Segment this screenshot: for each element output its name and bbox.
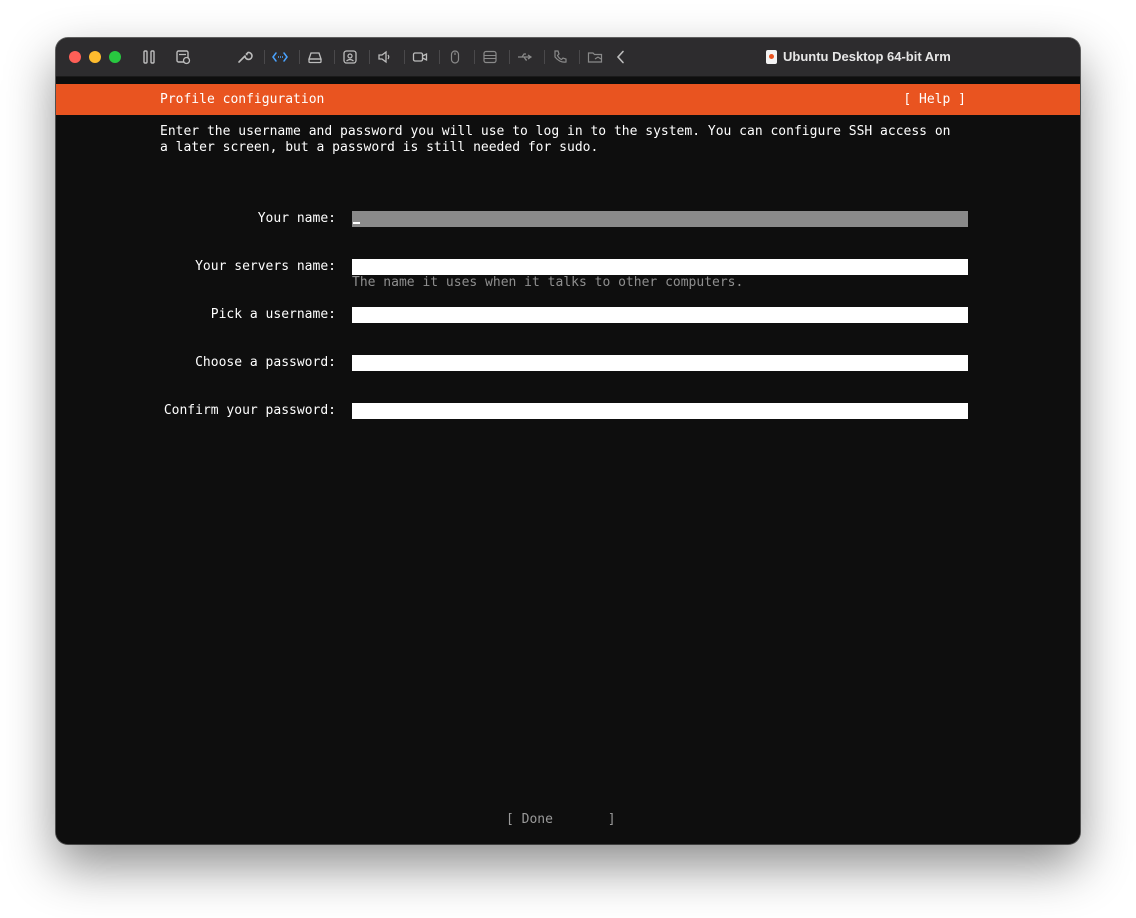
speaker-icon[interactable] [376, 48, 394, 66]
hard-disk-icon[interactable] [481, 48, 499, 66]
password-input[interactable] [352, 355, 968, 371]
your-name-label: Your name: [257, 211, 336, 226]
vm-document-icon [766, 50, 777, 64]
code-icon[interactable] [271, 48, 289, 66]
window-title: Ubuntu Desktop 64-bit Arm [783, 49, 951, 64]
confirm-password-input[interactable] [352, 403, 968, 419]
minimize-button[interactable] [89, 51, 101, 63]
phone-icon[interactable] [551, 48, 569, 66]
your-name-input[interactable] [352, 211, 968, 227]
confirm-password-label: Confirm your password: [163, 403, 336, 418]
server-name-label: Your servers name: [195, 259, 336, 274]
text-cursor [353, 222, 360, 224]
vm-window: Ubuntu Desktop 64-bit Arm Profile config… [56, 38, 1080, 844]
usb-icon[interactable] [516, 48, 534, 66]
camera-user-icon[interactable] [341, 48, 359, 66]
pause-icon[interactable] [140, 48, 158, 66]
server-name-input[interactable] [352, 259, 968, 275]
installer-header: Profile configuration [ Help ] [56, 84, 1080, 115]
wrench-icon[interactable] [235, 48, 253, 66]
drive-icon[interactable] [306, 48, 324, 66]
shared-folder-icon[interactable] [586, 48, 604, 66]
help-button[interactable]: [ Help ] [903, 84, 966, 115]
page-title: Profile configuration [160, 92, 325, 107]
window-titlebar: Ubuntu Desktop 64-bit Arm [56, 38, 1080, 77]
close-button[interactable] [69, 51, 81, 63]
username-input[interactable] [352, 307, 968, 323]
mouse-icon[interactable] [446, 48, 464, 66]
zoom-button[interactable] [109, 51, 121, 63]
installer-screen: Profile configuration [ Help ] Enter the… [56, 77, 1080, 844]
video-camera-icon[interactable] [411, 48, 429, 66]
done-button[interactable]: [ Done ] [506, 812, 616, 828]
username-label: Pick a username: [210, 307, 336, 322]
intro-text: Enter the username and password you will… [160, 124, 951, 155]
server-name-hint: The name it uses when it talks to other … [352, 275, 744, 290]
chevron-left-icon[interactable] [612, 48, 630, 66]
password-label: Choose a password: [195, 355, 336, 370]
snapshot-icon[interactable] [174, 48, 192, 66]
